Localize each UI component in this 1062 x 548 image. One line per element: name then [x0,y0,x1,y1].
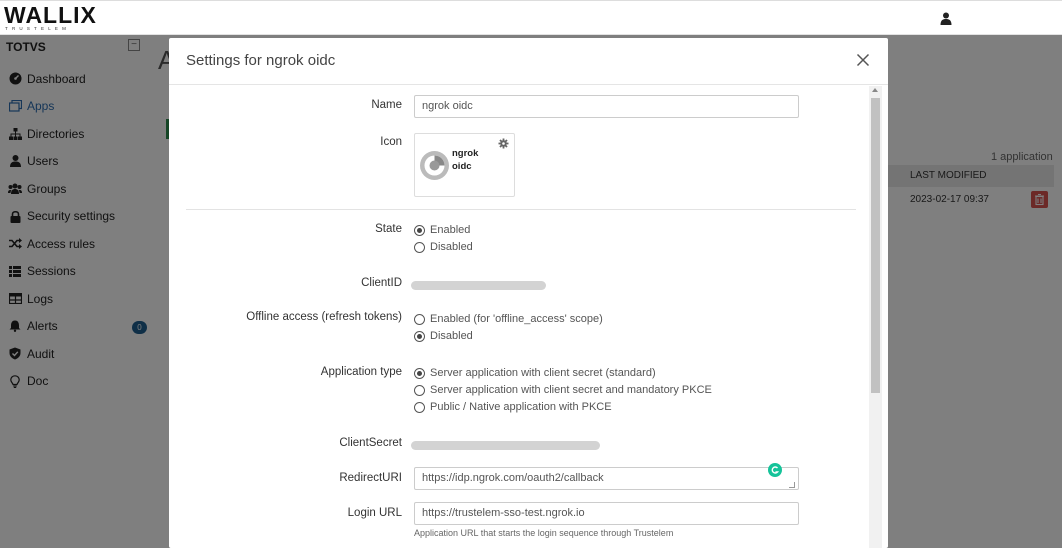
icon-caption: ngrok oidc [452,147,478,173]
logo-main-text: WALLIX [4,2,97,28]
app-type-standard-label: Server application with client secret (s… [430,367,656,379]
app-type-standard-option[interactable]: Server application with client secret (s… [414,367,656,379]
gear-icon[interactable] [498,138,509,149]
modal-body: Name ngrok oidc Icon ngrok oidc State En… [169,85,871,548]
wallix-logo[interactable]: WALLIX TRUSTELEM [4,2,97,32]
login-url-label: Login URL [347,507,402,519]
modal-title: Settings for ngrok oidc [186,52,336,69]
icon-caption-line1: ngrok [452,148,479,159]
app-icon-preview[interactable]: ngrok oidc [414,133,515,197]
scroll-thumb[interactable] [871,98,880,393]
name-input[interactable]: ngrok oidc [414,95,799,118]
state-disabled-option[interactable]: Disabled [414,241,473,253]
close-icon[interactable] [856,53,870,67]
icon-caption-line2: oidc [452,161,472,172]
radio-checked[interactable] [414,367,425,379]
application-type-label: Application type [320,366,402,378]
name-label: Name [371,99,402,111]
state-disabled-label: Disabled [430,241,473,253]
client-secret-value-redacted [411,441,600,450]
radio-unchecked[interactable] [414,401,425,413]
grammarly-icon[interactable] [768,463,782,477]
textarea-resize-handle[interactable] [789,482,795,488]
state-label: State [375,223,402,235]
modal-scrollbar[interactable] [869,86,882,548]
offline-disabled-option[interactable]: Disabled [414,330,473,342]
client-id-value-redacted [411,281,546,290]
login-url-help: Application URL that starts the login se… [414,528,674,538]
state-enabled-option[interactable]: Enabled [414,224,470,236]
radio-unchecked[interactable] [414,241,425,253]
radio-checked[interactable] [414,330,425,342]
redirect-uri-label: RedirectURI [339,472,402,484]
client-id-label: ClientID [361,277,402,289]
modal-header: Settings for ngrok oidc [169,38,888,85]
offline-access-label: Offline access (refresh tokens) [246,311,402,323]
section-divider [186,209,856,210]
app-type-public-option[interactable]: Public / Native application with PKCE [414,401,612,413]
radio-unchecked[interactable] [414,313,425,325]
radio-unchecked[interactable] [414,384,425,396]
top-bar: WALLIX TRUSTELEM [0,0,1062,35]
login-url-input[interactable]: https://trustelem-sso-test.ngrok.io [414,502,799,525]
settings-modal: Settings for ngrok oidc Name ngrok oidc … [169,38,888,548]
offline-disabled-label: Disabled [430,330,473,342]
state-enabled-label: Enabled [430,224,471,236]
user-icon[interactable] [940,12,952,25]
ngrok-logo-icon [420,151,449,180]
app-type-pkce-label: Server application with client secret an… [430,384,712,396]
offline-enabled-option[interactable]: Enabled (for 'offline_access' scope) [414,313,603,325]
client-secret-label: ClientSecret [339,437,402,449]
icon-label: Icon [380,136,402,148]
radio-checked[interactable] [414,224,425,236]
scroll-up-arrow-icon[interactable] [872,88,878,92]
app-type-public-label: Public / Native application with PKCE [430,401,612,413]
app-type-pkce-option[interactable]: Server application with client secret an… [414,384,712,396]
redirect-uri-textarea[interactable]: https://idp.ngrok.com/oauth2/callback [414,467,799,490]
logo-sub-text: TRUSTELEM [5,26,71,31]
offline-enabled-label: Enabled (for 'offline_access' scope) [430,313,603,325]
